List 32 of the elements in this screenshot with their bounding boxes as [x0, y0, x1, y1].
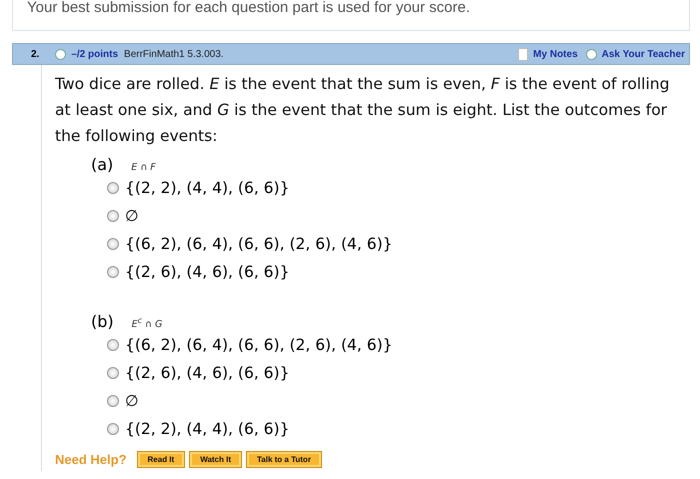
option-text: {(2, 2), (4, 4), (6, 6)} [125, 179, 290, 197]
option-text: {(6, 2), (6, 4), (6, 6), (2, 6), (4, 6)} [125, 235, 392, 253]
option-text: {(6, 2), (6, 4), (6, 6), (2, 6), (4, 6)} [125, 336, 392, 354]
my-notes-link[interactable]: My Notes [533, 48, 578, 60]
notice-text: Your best submission for each question part is used for your score. [12, 0, 690, 31]
part-label: (b) [91, 312, 114, 331]
part-label: (a) [91, 155, 114, 174]
radio-button[interactable] [107, 423, 119, 435]
help-button[interactable]: Read It [136, 451, 186, 468]
radio-button[interactable] [107, 266, 119, 278]
option-text: {(2, 6), (4, 6), (6, 6)} [125, 364, 290, 382]
ask-teacher-link[interactable]: Ask Your Teacher [602, 48, 685, 60]
points-link[interactable]: –/2 points [71, 48, 118, 60]
option-text: {(2, 2), (4, 4), (6, 6)} [125, 420, 290, 438]
radio-button[interactable] [107, 395, 119, 407]
radio-button[interactable] [107, 182, 119, 194]
radio-button[interactable] [107, 210, 119, 222]
help-button[interactable]: Watch It [189, 451, 242, 468]
question-text: Two dice are rolled. E is the event that the sum is even, F is the event of rolling at least one six, and G is the event that the sum is eight. List the outcomes for the following events: [55, 74, 670, 147]
help-button[interactable]: Talk to a Tutor [246, 451, 322, 468]
option-text: {(2, 6), (4, 6), (6, 6)} [125, 263, 290, 281]
question-number: 2. [31, 48, 40, 60]
radio-button[interactable] [107, 339, 119, 351]
need-help-label: Need Help? [55, 452, 127, 467]
radio-button[interactable] [107, 238, 119, 250]
set-expression: E ∩ F [131, 162, 156, 173]
note-icon [518, 48, 528, 60]
source-text: BerrFinMath1 5.3.003. [124, 48, 225, 60]
option-text: ∅ [125, 392, 139, 410]
option-text: ∅ [125, 207, 139, 225]
set-expression: E$^{c}$ ∩ G [132, 316, 162, 330]
radio-button[interactable] [107, 367, 119, 379]
